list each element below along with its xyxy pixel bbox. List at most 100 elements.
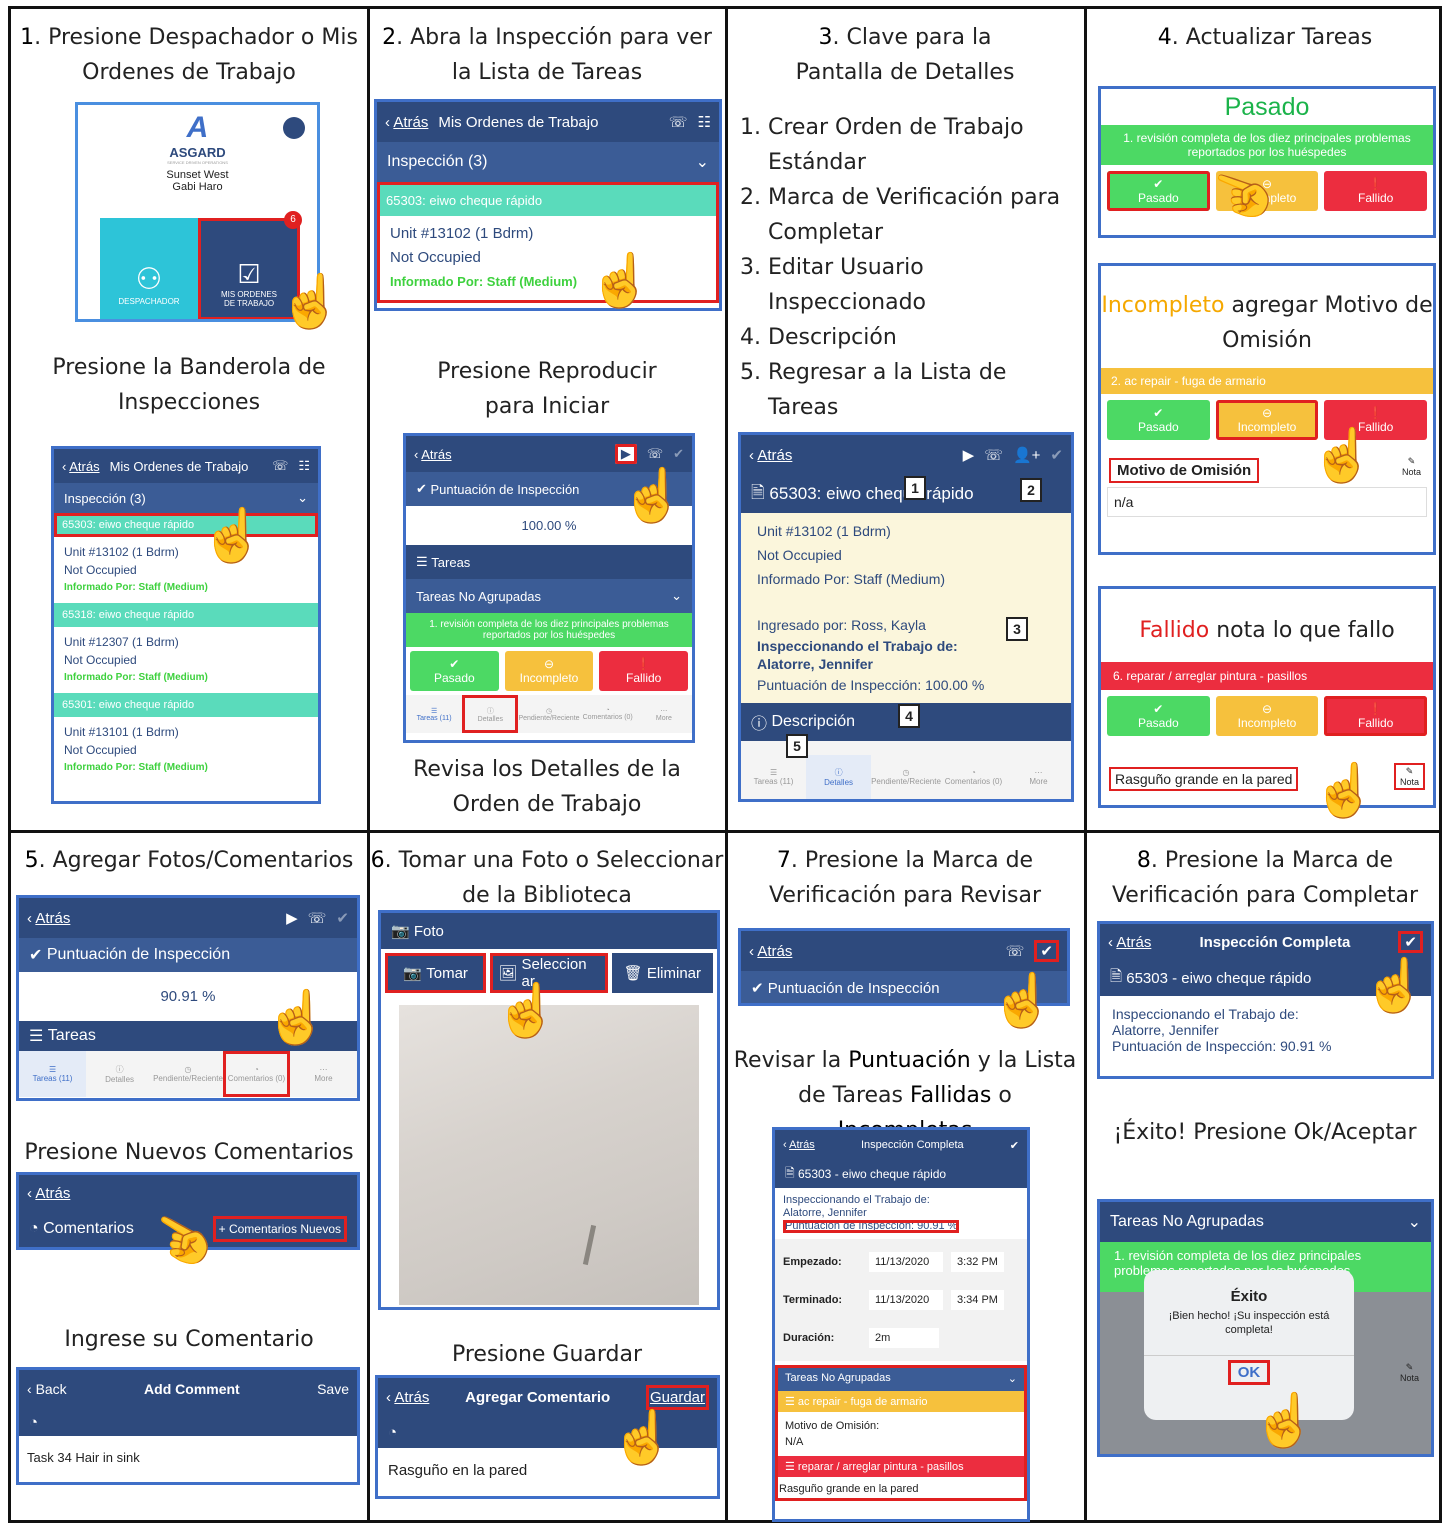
- note-button[interactable]: ✎ Nota: [1402, 456, 1421, 477]
- checkmark-icon[interactable]: ✔: [673, 446, 684, 462]
- tab-more[interactable]: ⋯ More: [1006, 755, 1071, 799]
- tab-comentarios[interactable]: ◔ Comentarios (0): [222, 1051, 290, 1097]
- incomplete-button[interactable]: ⊖ Incompleto: [504, 651, 594, 691]
- save-button[interactable]: Save: [317, 1381, 349, 1397]
- phone-icon[interactable]: ☏: [272, 458, 288, 474]
- save-button[interactable]: Guardar: [645, 1384, 710, 1410]
- details-key-list: Crear Orden de Trabajo Estándar Marca de…: [768, 110, 1078, 425]
- fail-button[interactable]: ❗ Fallido: [1324, 696, 1428, 736]
- tap-hand-icon: ☝: [1310, 427, 1375, 485]
- tab-tareas[interactable]: ☰ Tareas (11): [19, 1051, 87, 1097]
- fail-button[interactable]: ❗ Fallido: [599, 651, 689, 691]
- phone-icon[interactable]: ☏: [647, 446, 663, 462]
- step2-title: 2. Abra la Inspección para ver la Lista …: [382, 25, 712, 85]
- failure-note-text[interactable]: Rasguño grande en la pared: [1109, 767, 1299, 791]
- incomplete-button[interactable]: ⊖ Incompleto: [1215, 696, 1319, 736]
- asgard-tagline: SERVICE DRIVEN OPERATIONS: [167, 160, 228, 165]
- checkmark-icon[interactable]: ✔: [336, 909, 349, 927]
- back-link[interactable]: ‹ Atrás: [386, 1389, 429, 1406]
- callout-4: 4: [898, 704, 920, 728]
- checkmark-icon[interactable]: ✔: [1398, 931, 1423, 953]
- comment-input[interactable]: Task 34 Hair in sink: [19, 1436, 357, 1479]
- score-header[interactable]: ✔ Puntuación de Inspección: [19, 938, 357, 972]
- inspected-user[interactable]: Inspeccionando el Trabajo de: Alatorre, J…: [757, 637, 1055, 673]
- ungrouped-header[interactable]: Tareas No Agrupadas ⌄: [775, 1365, 1027, 1391]
- back-link[interactable]: ‹ Atrás: [1108, 934, 1151, 951]
- back-link[interactable]: ‹ Atrás: [783, 1139, 815, 1151]
- tab-more[interactable]: ⋯ More: [290, 1051, 357, 1097]
- phone-icon[interactable]: ☏: [308, 909, 327, 927]
- fail-button[interactable]: ❗ Fallido: [1324, 171, 1428, 211]
- tasks-header[interactable]: ☰ Tareas: [406, 545, 692, 579]
- inspection-group-header[interactable]: Inspección (3) ⌄: [377, 142, 719, 182]
- add-list-icon[interactable]: ☷: [298, 458, 310, 474]
- key-item: Marca de Verificación para Completar: [768, 180, 1078, 250]
- ungrouped-header[interactable]: Tareas No Agrupadas ⌄: [406, 579, 692, 613]
- phone-icon[interactable]: ☏: [669, 113, 688, 131]
- back-link[interactable]: ‹ Atrás: [27, 1185, 70, 1202]
- tab-tareas[interactable]: ☰ Tareas (11): [406, 695, 462, 733]
- back-link[interactable]: ‹ Atrás: [385, 114, 428, 131]
- note-button[interactable]: ✎ Nota: [1393, 763, 1425, 790]
- checkmark-icon[interactable]: ✔: [1010, 1139, 1019, 1152]
- incomplete-button[interactable]: ⊖ Incompleto: [1215, 400, 1319, 440]
- note-button[interactable]: ✎ Nota: [1400, 1362, 1419, 1383]
- phone-icon[interactable]: ☏: [1006, 942, 1025, 960]
- workorder-item[interactable]: Unit #13102 (1 Bdrm) Not Occupied Informad…: [54, 537, 318, 603]
- back-link[interactable]: ‹ Atrás: [414, 447, 452, 462]
- back-link[interactable]: ‹ Atrás: [62, 459, 100, 474]
- inspection-group-header[interactable]: Inspección (3) ⌄: [54, 483, 318, 513]
- add-list-icon[interactable]: ☷: [698, 113, 711, 131]
- pass-button[interactable]: ✔ Pasado: [1107, 696, 1210, 736]
- pass-button[interactable]: ✔ Pasado: [1107, 400, 1210, 440]
- tab-comentarios[interactable]: ◔ Comentarios (0): [580, 695, 636, 733]
- photo-header: 📷 Foto: [381, 913, 717, 949]
- checkmark-icon[interactable]: ✔: [1034, 940, 1059, 962]
- phone-icon[interactable]: ☏: [984, 446, 1003, 464]
- tab-detalles[interactable]: ⓘ Detalles: [462, 695, 519, 733]
- add-user-icon[interactable]: 👤+: [1013, 446, 1040, 464]
- pass-button[interactable]: ✔ Pasado: [410, 651, 499, 691]
- task-banner: 2. ac repair - fuga de armario: [1101, 368, 1433, 394]
- step1-title: 1. Presione Despachador o Mis Ordenes de…: [20, 25, 358, 85]
- delete-photo-button[interactable]: 🗑 Eliminar: [611, 953, 713, 993]
- pass-button[interactable]: ✔ Pasado: [1107, 171, 1210, 211]
- back-link[interactable]: ‹ Atrás: [27, 910, 70, 927]
- clock-icon[interactable]: [283, 117, 305, 139]
- tab-more[interactable]: ⋯ More: [636, 695, 692, 733]
- workorder-banner[interactable]: 65318: eiwo cheque rápido: [54, 603, 318, 627]
- back-link[interactable]: ‹ Atrás: [749, 447, 792, 464]
- back-link[interactable]: ‹ Atrás: [749, 943, 792, 960]
- ok-button[interactable]: OK: [1227, 1360, 1271, 1385]
- tab-pendiente[interactable]: ◷ Pendiente/Reciente: [518, 695, 579, 733]
- nav-bar: ‹ Atrás ☏ ✔: [741, 931, 1067, 971]
- tab-tareas[interactable]: ☰ Tareas (11): [741, 755, 806, 799]
- workorder-banner[interactable]: 65301: eiwo cheque rápido: [54, 693, 318, 717]
- tab-detalles[interactable]: ⓘ Detalles: [86, 1051, 153, 1097]
- tab-detalles[interactable]: ⓘ Detalles: [806, 755, 872, 799]
- mis-ordenes-label: MIS ORDENES DE TRABAJO: [220, 290, 277, 308]
- workorder-item[interactable]: Unit #13101 (1 Bdrm) Not Occupied Informad…: [54, 717, 318, 783]
- new-comment-button[interactable]: + Comentarios Nuevos: [212, 1216, 347, 1242]
- task-actions: ✔ Pasado ⊖ Incompleto ❗ Fallido: [1101, 394, 1433, 446]
- tab-pendiente[interactable]: ◷ Pendiente/Reciente: [871, 755, 941, 799]
- tab-comentarios[interactable]: ◔ Comentarios (0): [941, 755, 1006, 799]
- play-icon[interactable]: ▶: [963, 446, 975, 464]
- despachador-tile[interactable]: ⚇ DESPACHADOR: [100, 218, 198, 319]
- skip-reason-input[interactable]: n/a: [1107, 487, 1427, 517]
- chevron-down-icon: ⌄: [297, 490, 308, 505]
- workorder-banner[interactable]: 65303: eiwo cheque rápido: [54, 513, 318, 537]
- key-item: Editar Usuario Inspeccionado: [768, 250, 1078, 320]
- take-photo-button[interactable]: 📷 Tomar: [385, 953, 487, 993]
- play-icon[interactable]: ▶: [614, 444, 637, 464]
- checkmark-icon[interactable]: ✔: [1050, 446, 1063, 464]
- callout-1: 1: [904, 476, 926, 500]
- step5-subtitle2: Ingrese su Comentario: [64, 1327, 314, 1352]
- workorder-item[interactable]: Unit #12307 (1 Bdrm) Not Occupied Informad…: [54, 627, 318, 693]
- callout-2: 2: [1020, 478, 1042, 502]
- step8-title: 8. Presione la Marca de Verificación par…: [1111, 848, 1419, 908]
- play-icon[interactable]: ▶: [286, 909, 298, 927]
- tab-pendiente[interactable]: ◷ Pendiente/Reciente: [153, 1051, 223, 1097]
- back-link[interactable]: ‹ Back: [27, 1381, 67, 1397]
- workorder-card[interactable]: 65303: eiwo cheque rápido Unit #13102 (1…: [377, 182, 719, 303]
